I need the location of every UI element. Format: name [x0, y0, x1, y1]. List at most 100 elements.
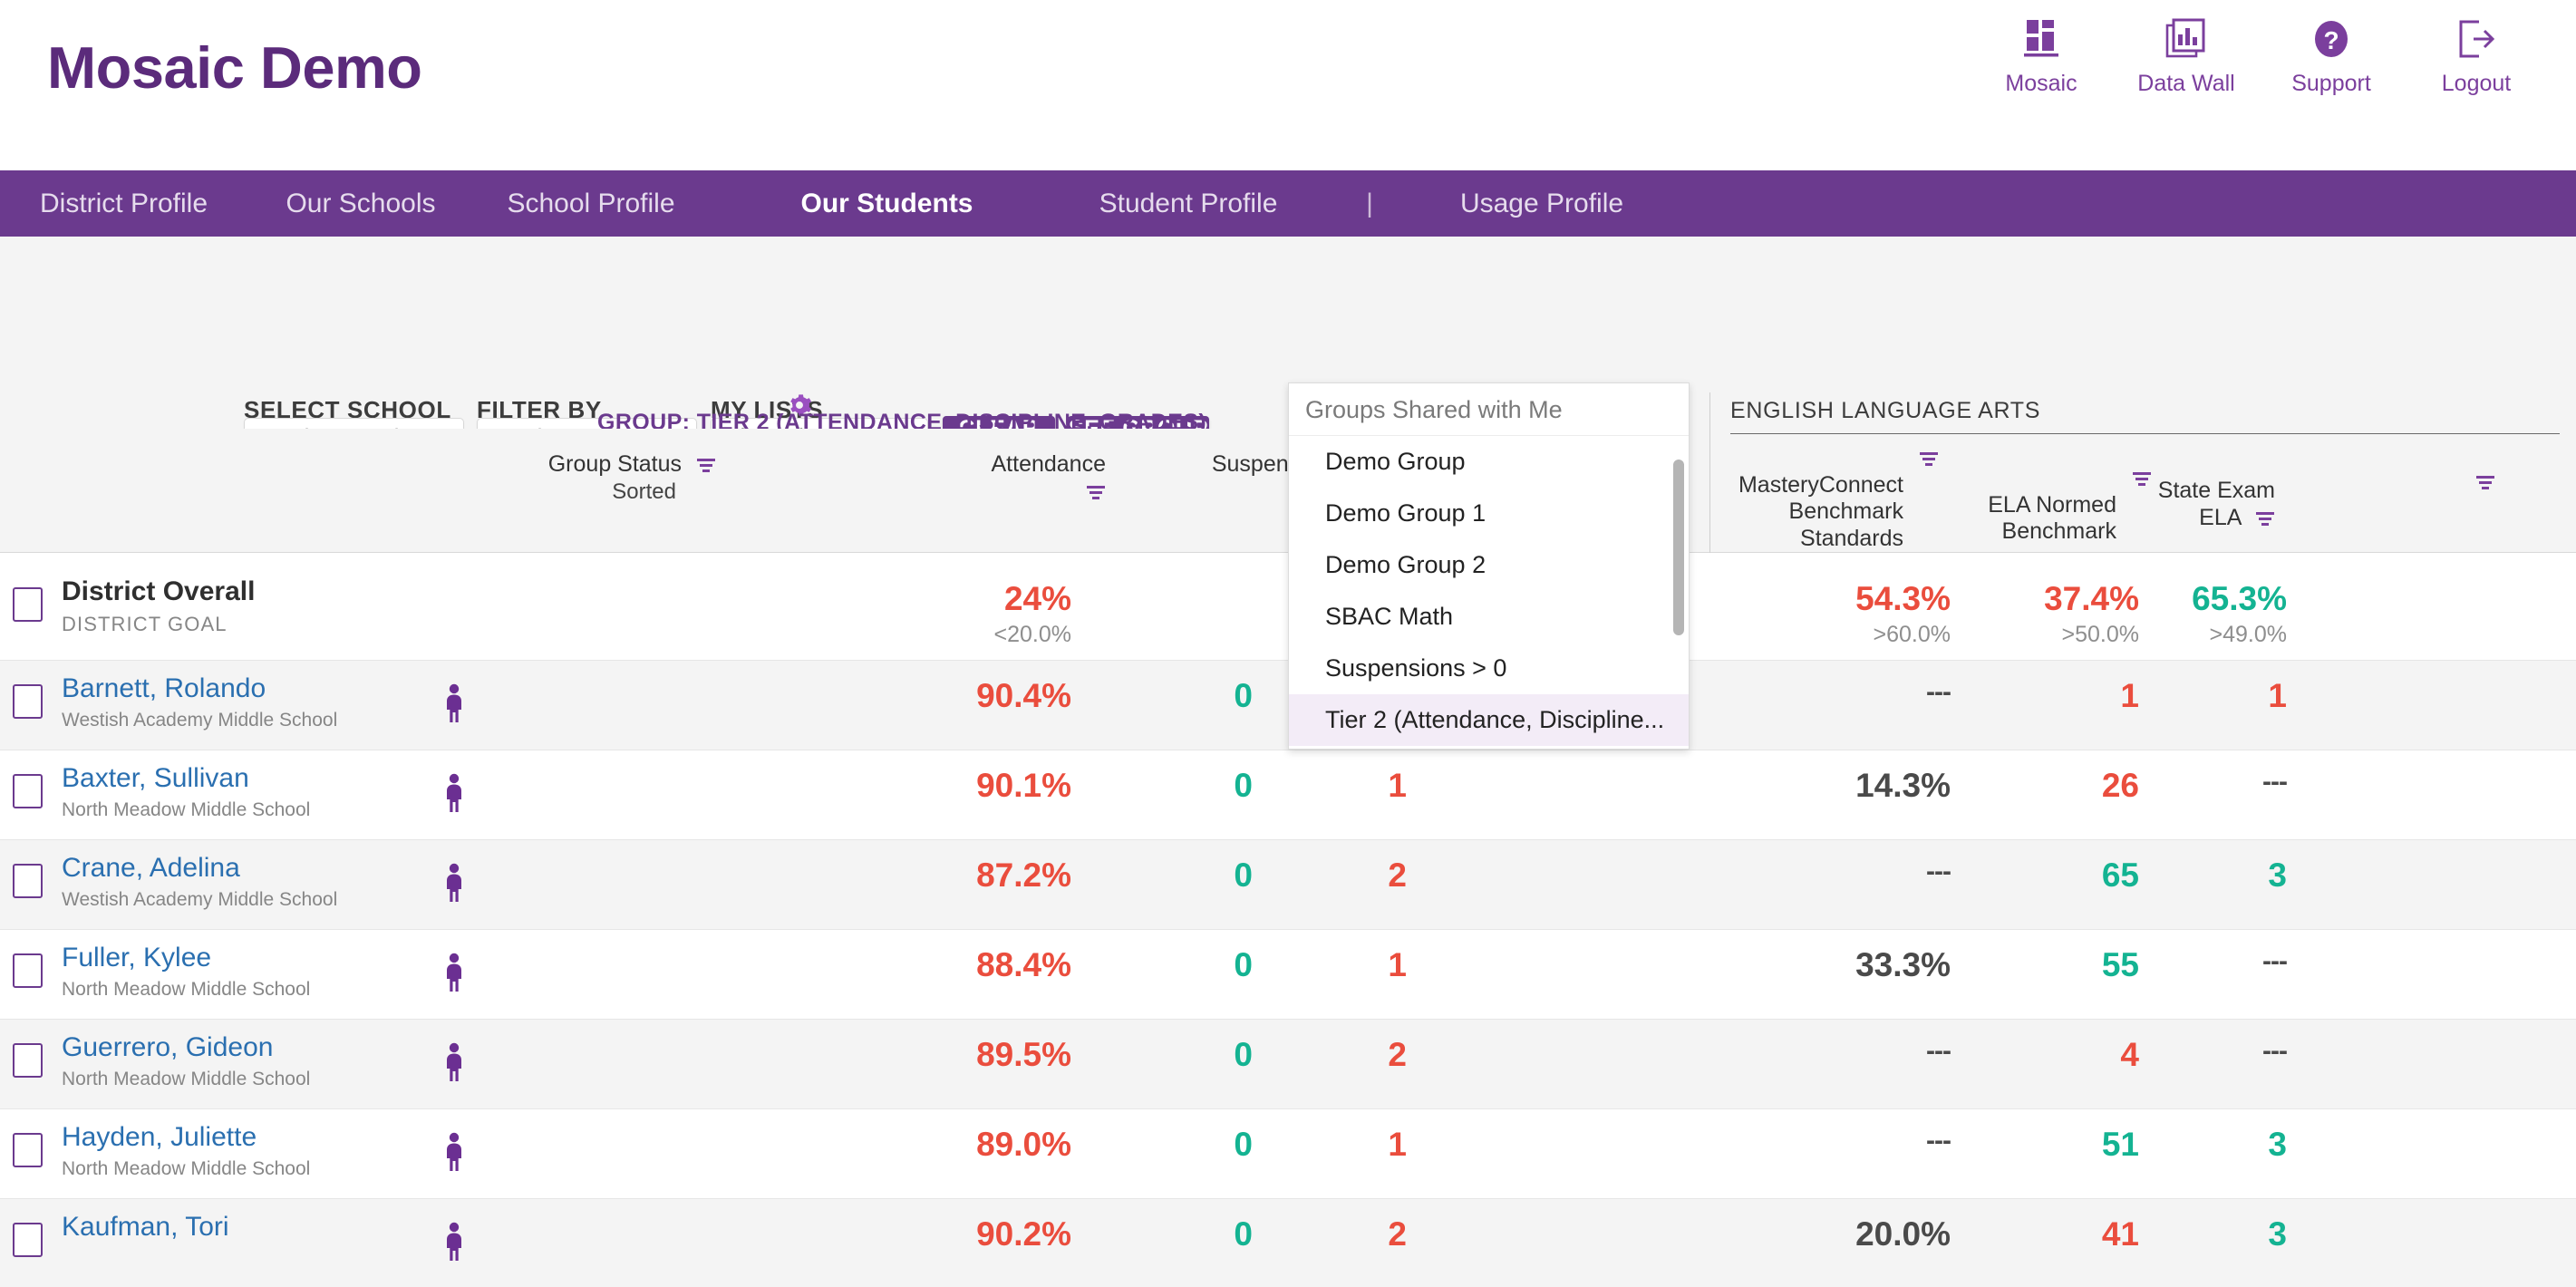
dropdown-scrollbar[interactable] — [1673, 460, 1684, 635]
cell-course-failures: 1 — [1388, 767, 1407, 804]
table-row[interactable]: Hayden, Juliette North Meadow Middle Scho… — [0, 1109, 2576, 1199]
sort-icon[interactable] — [696, 453, 716, 480]
sort-icon[interactable] — [1919, 449, 1939, 471]
row-checkbox[interactable] — [13, 1133, 43, 1167]
row-student-name[interactable]: Baxter, Sullivan — [62, 763, 249, 794]
cell-state-exam: --- — [2262, 1036, 2288, 1066]
dropdown-item[interactable]: Tier 2 (Attendance, Discipline... — [1289, 694, 1689, 746]
cell-ela-normed: 51 — [2101, 1126, 2139, 1163]
cell-course-failures: 1 — [1388, 946, 1407, 983]
cell-mc-benchmark: 14.3% — [1855, 767, 1951, 804]
cell-ela-normed: 55 — [2101, 946, 2139, 983]
dropdown-item[interactable]: SBAC Math — [1289, 591, 1689, 643]
mosaic-icon — [2021, 16, 2061, 62]
cell-state-exam: 3 — [2268, 1215, 2287, 1253]
row-student-name[interactable]: Fuller, Kylee — [62, 943, 211, 973]
cell-state-exam: 3 — [2268, 856, 2287, 894]
nav-item-our-schools[interactable]: Our Schools — [247, 189, 474, 219]
nav-item-school-profile[interactable]: School Profile — [474, 189, 708, 219]
row-checkbox[interactable] — [13, 1043, 43, 1078]
sort-icon[interactable] — [1086, 480, 1106, 508]
row-student-name[interactable]: Kaufman, Tori — [62, 1212, 229, 1243]
dropdown-item[interactable]: Demo Group — [1289, 436, 1689, 488]
column-header-ela-normed-benchmark[interactable]: ELA Normed Benchmark — [1949, 465, 2116, 546]
cell-mc-benchmark: --- — [1926, 1036, 1951, 1066]
row-student-school: North Meadow Middle School — [62, 1069, 311, 1089]
student-person-icon — [447, 863, 461, 902]
table-row[interactable]: Kaufman, Tori 90.2% 0 2 20.0% 41 3 — [0, 1199, 2576, 1287]
row-checkbox[interactable] — [13, 864, 43, 898]
table-row[interactable]: Baxter, Sullivan North Meadow Middle Scho… — [0, 750, 2576, 840]
subject-group-title: ENGLISH LANGUAGE ARTS — [1730, 398, 2041, 423]
cell-ela-normed: 41 — [2101, 1215, 2139, 1253]
cell-state-exam: --- — [2262, 767, 2288, 797]
main-navigation: District Profile Our Schools School Prof… — [0, 170, 2576, 237]
header-action-label: Logout — [2441, 71, 2512, 96]
header-action-logout[interactable]: Logout — [2404, 16, 2549, 97]
student-person-icon — [447, 953, 461, 992]
table-row[interactable]: Crane, Adelina Westish Academy Middle Sch… — [0, 840, 2576, 930]
cell-attendance: 87.2% — [976, 856, 1071, 894]
row-student-school: North Meadow Middle School — [62, 799, 311, 820]
row-checkbox[interactable] — [13, 684, 43, 719]
group-status-person-icon — [442, 1131, 466, 1177]
nav-separator: | — [1366, 188, 1373, 218]
cell-mc-benchmark: --- — [1926, 677, 1951, 707]
nav-item-student-profile[interactable]: Student Profile — [1066, 189, 1311, 219]
student-person-icon — [447, 1222, 461, 1261]
row-checkbox[interactable] — [13, 587, 43, 622]
header-icon-bar: Mosaic Data Wall ? Support Logout — [1969, 16, 2549, 97]
row-checkbox[interactable] — [13, 953, 43, 988]
nav-item-our-students[interactable]: Our Students — [708, 189, 1066, 219]
column-header-attendance[interactable]: Attendance — [961, 451, 1106, 507]
row-student-school: North Meadow Middle School — [62, 1158, 311, 1179]
row-name: District Overall — [62, 576, 256, 606]
my-lists-dropdown-menu: Groups Shared with Me Demo Group Demo Gro… — [1288, 382, 1690, 750]
group-status-person-icon — [442, 862, 466, 908]
district-cell-ela-normed: 37.4% — [2044, 580, 2139, 617]
district-goal-mc-benchmark: >60.0% — [1873, 622, 1951, 647]
cell-ela-normed: 26 — [2101, 767, 2139, 804]
data-wall-icon — [2165, 16, 2207, 62]
row-student-school: Westish Academy Middle School — [62, 710, 338, 731]
row-checkbox[interactable] — [13, 774, 43, 808]
row-student-name[interactable]: Barnett, Rolando — [62, 673, 266, 704]
cell-mc-benchmark: --- — [1926, 856, 1951, 886]
district-goal-attendance: <20.0% — [993, 622, 1072, 647]
district-cell-mc-benchmark: 54.3% — [1855, 580, 1951, 617]
dropdown-group-label: Groups Shared with Me — [1289, 383, 1689, 436]
row-student-name[interactable]: Guerrero, Gideon — [62, 1032, 273, 1063]
table-row[interactable]: Guerrero, Gideon North Meadow Middle Scho… — [0, 1020, 2576, 1109]
header-action-label: Mosaic — [2005, 71, 2077, 96]
column-header-group-status[interactable]: Group Status — [508, 451, 716, 480]
dropdown-item[interactable]: Suspensions > 0 — [1289, 643, 1689, 694]
row-student-name[interactable]: Crane, Adelina — [62, 853, 240, 884]
support-icon: ? — [2311, 16, 2351, 62]
student-person-icon — [447, 773, 461, 812]
table-row[interactable]: Fuller, Kylee North Meadow Middle School 8… — [0, 930, 2576, 1020]
header-action-data-wall[interactable]: Data Wall — [2114, 16, 2259, 97]
district-goal-state-exam: >49.0% — [2209, 622, 2288, 647]
column-header-state-exam-ela[interactable]: State Exam ELA — [2121, 478, 2275, 533]
dropdown-item[interactable]: Demo Group 1 — [1289, 488, 1689, 539]
student-person-icon — [447, 1042, 461, 1081]
dropdown-items: Demo Group Demo Group 1 Demo Group 2 SBAC M… — [1289, 436, 1689, 746]
sort-icon[interactable] — [2255, 507, 2275, 534]
district-cell-state-exam: 65.3% — [2192, 580, 2287, 617]
nav-item-district-profile[interactable]: District Profile — [0, 189, 247, 219]
cell-state-exam: --- — [2262, 946, 2288, 976]
student-person-icon — [447, 683, 461, 722]
dropdown-item[interactable]: Demo Group 2 — [1289, 539, 1689, 591]
cell-attendance: 90.1% — [976, 767, 1071, 804]
header-action-mosaic[interactable]: Mosaic — [1969, 16, 2114, 97]
row-student-name[interactable]: Hayden, Juliette — [62, 1122, 257, 1153]
student-rows-container: Barnett, Rolando Westish Academy Middle S… — [0, 661, 2576, 1287]
app-header: Mosaic Demo Mosaic Data Wall ? Support L… — [0, 0, 2576, 170]
nav-item-usage-profile[interactable]: Usage Profile — [1428, 189, 1655, 219]
sort-icon[interactable] — [2475, 472, 2495, 495]
header-action-support[interactable]: ? Support — [2259, 16, 2404, 97]
cell-attendance: 90.2% — [976, 1215, 1071, 1253]
row-checkbox[interactable] — [13, 1223, 43, 1257]
cell-course-failures: 2 — [1388, 1036, 1407, 1073]
column-sorted-note: Sorted — [612, 479, 676, 504]
